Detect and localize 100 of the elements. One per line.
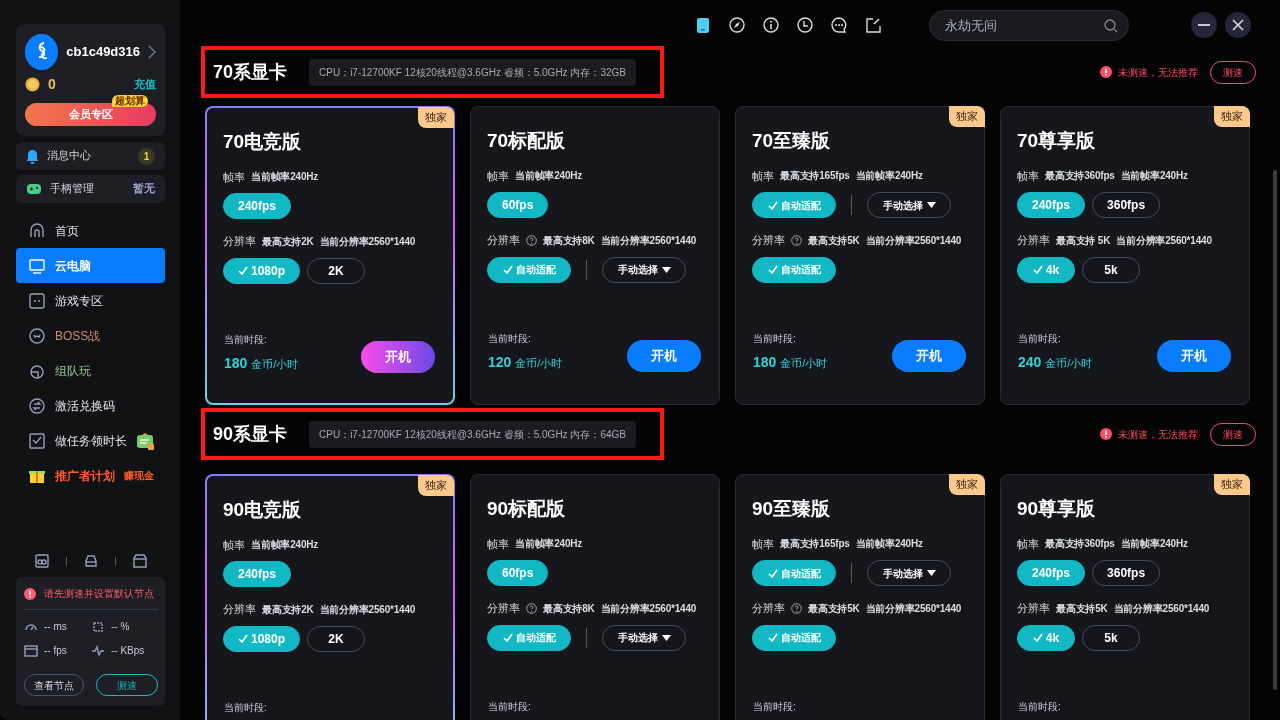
coin-icon — [25, 77, 40, 92]
nav-item[interactable]: BOSS战 — [16, 318, 165, 353]
nav-item[interactable]: 游戏专区 — [16, 283, 165, 318]
help-icon[interactable] — [526, 602, 537, 614]
untested-warning-label: 未测速，无法推荐 — [1118, 65, 1198, 80]
start-button[interactable]: 开机 — [361, 341, 435, 373]
spec-note: 最高支持360fps — [1045, 169, 1115, 184]
chevron-right-icon[interactable] — [148, 45, 156, 59]
price-unit: 金币/小时 — [515, 357, 563, 369]
chat-icon[interactable] — [831, 16, 847, 34]
plan-title: 90电竞版 — [223, 498, 303, 522]
clock-icon[interactable] — [797, 16, 813, 34]
setting-label: 帧率 — [223, 169, 245, 185]
nav-item[interactable]: 推广者计划 赚现金 — [16, 458, 165, 493]
store-icon[interactable] — [132, 554, 147, 568]
spec-note: 当前分辨率2560*1440 — [1116, 233, 1212, 248]
edit-icon[interactable] — [865, 16, 881, 34]
home-icon — [28, 221, 46, 240]
caret-down-icon — [926, 570, 936, 576]
price-value: 180 — [224, 355, 248, 371]
spec-note: 当前分辨率2560*1440 — [600, 233, 697, 248]
deal-badge: 超划算 — [112, 95, 148, 107]
spec-note: 当前分辨率2560*1440 — [1113, 601, 1210, 616]
info-icon[interactable] — [763, 16, 779, 34]
exclusive-badge: 独家 — [1214, 474, 1250, 495]
close-icon — [1232, 19, 1244, 31]
spec-note: 最高支持 5K — [1056, 233, 1111, 248]
start-button[interactable]: 开机 — [892, 340, 966, 372]
period-label: 当前时段: — [753, 700, 796, 714]
recharge-link[interactable]: 充值 — [134, 76, 156, 93]
setting-label: 分辨率 — [1017, 233, 1050, 248]
spec-note: 最高支持8K — [543, 233, 595, 248]
section-title: 70系显卡 — [213, 60, 288, 84]
plan-title: 70至臻版 — [752, 129, 832, 153]
nav-item[interactable]: 做任务领时长 — [16, 423, 165, 458]
compass-icon[interactable] — [729, 16, 745, 34]
setting-label: 分辨率 — [487, 233, 520, 248]
tablet-icon[interactable] — [695, 16, 711, 34]
help-icon[interactable] — [791, 234, 802, 246]
spec-note: 当前帧率240Hz — [1120, 169, 1188, 184]
nav-item[interactable]: 激活兑换码 — [16, 388, 165, 423]
window-icon — [24, 643, 38, 658]
price-unit: 金币/小时 — [1045, 357, 1093, 369]
spec-note: 当前帧率240Hz — [855, 537, 923, 552]
price-value: 240 — [1018, 354, 1042, 370]
period-label: 当前时段: — [1018, 700, 1061, 714]
spec-note: 最高支持5K — [808, 233, 860, 248]
caret-down-icon — [661, 266, 671, 273]
scrollbar[interactable] — [1273, 170, 1277, 690]
minimize-button[interactable] — [1191, 12, 1217, 38]
start-button[interactable]: 开机 — [627, 340, 701, 372]
coin-balance: 0 — [48, 75, 56, 94]
setting-label: 分辨率 — [223, 602, 256, 617]
setting-label: 帧率 — [1017, 536, 1039, 552]
exclusive-badge: 独家 — [949, 106, 985, 127]
search-field[interactable]: 永劫无间 — [929, 9, 1129, 41]
setting-label: 帧率 — [487, 168, 509, 184]
nav-item[interactable]: 组队玩 — [16, 353, 165, 388]
price-unit: 金币/小时 — [780, 357, 828, 369]
stat-value: -- KBps — [111, 644, 145, 658]
help-icon[interactable] — [526, 234, 537, 246]
gamepad-label: 手柄管理 — [50, 181, 94, 197]
spec-note: 最高支持2K — [262, 234, 314, 249]
message-center-row[interactable]: 消息中心 1 — [16, 142, 165, 170]
setting-label: 分辨率 — [487, 601, 520, 616]
period-label: 当前时段: — [224, 333, 268, 347]
setting-label: 帧率 — [487, 536, 509, 552]
close-button[interactable] — [1225, 12, 1251, 38]
nav-item[interactable]: 云电脑 — [16, 248, 165, 283]
plan-title: 70标配版 — [487, 129, 567, 153]
search-icon[interactable] — [1104, 18, 1118, 33]
spec-note: 当前帧率240Hz — [515, 169, 583, 184]
spec-note: 最高支持360fps — [1045, 537, 1115, 552]
alert-icon — [1100, 428, 1112, 440]
stat-value: -- % — [111, 620, 130, 634]
gamepad-row[interactable]: 手柄管理 暂无 — [16, 175, 165, 203]
price-value: 180 — [753, 354, 777, 370]
plan-title: 70尊享版 — [1017, 129, 1097, 153]
plan-title: 90至臻版 — [752, 497, 832, 521]
checklist-icon — [28, 431, 46, 450]
exchange-icon — [28, 396, 46, 415]
gamepad-status: 暂无 — [133, 181, 155, 197]
setting-label: 分辨率 — [752, 233, 785, 248]
nav-item[interactable]: 首页 — [16, 213, 165, 248]
setting-label: 帧率 — [1017, 168, 1039, 184]
stat-value: -- ms — [44, 620, 67, 634]
bell-icon — [26, 148, 39, 164]
spec-note: 最高支持2K — [262, 602, 314, 617]
message-center-label: 消息中心 — [47, 148, 91, 164]
plan-title: 70电竞版 — [223, 130, 303, 154]
price-unit: 金币/小时 — [251, 358, 299, 370]
setting-label: 帧率 — [752, 168, 774, 184]
start-button[interactable]: 开机 — [1157, 340, 1231, 372]
spec-note: 当前帧率240Hz — [855, 169, 923, 184]
period-label: 当前时段: — [753, 332, 797, 346]
help-icon[interactable] — [791, 602, 802, 614]
spec-note: 最高支持165fps — [780, 169, 850, 184]
setting-label: 分辨率 — [1017, 601, 1050, 616]
drive-icon[interactable] — [83, 554, 98, 568]
spec-note: 最高支持165fps — [780, 537, 850, 552]
